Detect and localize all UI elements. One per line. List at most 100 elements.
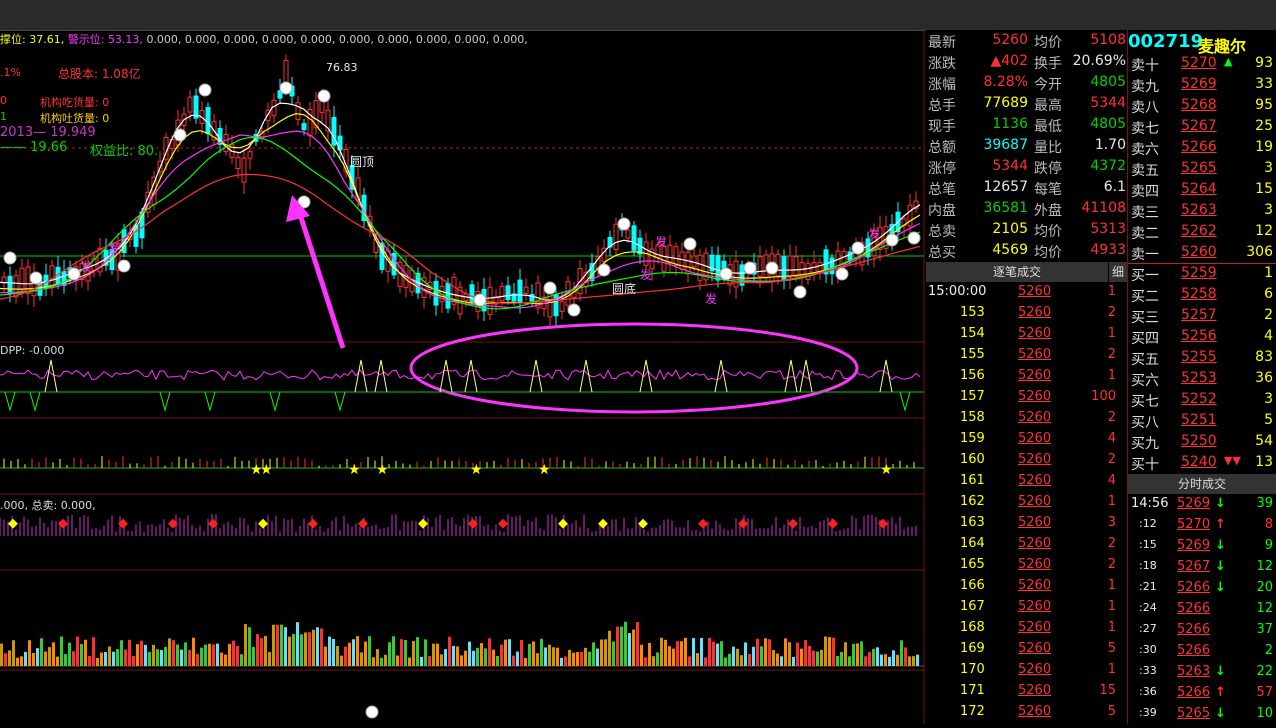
stock-name: 麦趣尔 — [1198, 37, 1247, 56]
tick-price: 5260 — [1018, 410, 1052, 425]
stock-code: 002719 — [1128, 31, 1204, 52]
volume-bar — [820, 649, 823, 666]
tick-trades-header[interactable]: 逐笔成交 — [926, 262, 1108, 282]
candle-body — [697, 254, 703, 281]
volume-bar — [408, 657, 411, 666]
volume-bar — [808, 645, 811, 666]
volume-bar — [520, 639, 523, 666]
quote-label: 均价 — [1034, 35, 1062, 51]
smiley-icon — [173, 128, 187, 142]
tick-volume: 100 — [1091, 389, 1116, 404]
volume-bar — [308, 632, 311, 666]
volume-bar — [824, 636, 827, 666]
quote-value: 12657 — [983, 179, 1028, 195]
tick-price: 5260 — [1018, 368, 1052, 383]
minute-volume: 57 — [1256, 685, 1273, 700]
volume-bar — [608, 630, 611, 666]
tick-volume: 1 — [1107, 284, 1116, 299]
order-price: 5250 — [1181, 433, 1217, 449]
tick-price: 5260 — [1018, 683, 1052, 698]
tick-price: 5260 — [1018, 347, 1052, 362]
order-level: 买八 — [1131, 415, 1159, 431]
round-bottom-label: 圆底 — [612, 282, 637, 296]
minute-trades-header[interactable]: 分时成交 — [1128, 474, 1276, 494]
volume-bar — [404, 640, 407, 666]
volume-bar — [784, 638, 787, 666]
line-2013: 2013— 19.949 — [0, 125, 96, 140]
inst-buy-prefix: 0 — [0, 94, 7, 107]
minute-arrow: ↓ — [1215, 664, 1226, 679]
order-level: 买二 — [1131, 289, 1159, 305]
tick-volume: 5 — [1107, 704, 1116, 719]
tick-row: 171 5260 15 — [926, 683, 1126, 704]
tick-volume: 2 — [1107, 347, 1116, 362]
smiley-icon — [473, 293, 487, 307]
smiley-icon — [279, 81, 293, 95]
volume-bar — [780, 656, 783, 666]
tick-time: 162 — [960, 494, 985, 509]
quote-label: 均价 — [1034, 245, 1062, 261]
tick-detail-button[interactable]: 细 — [1109, 262, 1127, 282]
support-label: 撑位: — [0, 33, 26, 46]
order-level: 卖五 — [1131, 163, 1159, 179]
volume-bar — [284, 627, 287, 666]
volume-bar — [312, 629, 315, 666]
volume-bar — [348, 642, 351, 666]
volume-bar — [828, 637, 831, 666]
kline-chart-area[interactable]: ★ ★ ★ ★ ★ ★ ★ 撑位: 37.61, 警示位: 53.13, 0.000, 0.… — [0, 30, 925, 724]
volume-bar — [316, 627, 319, 666]
candle-body — [505, 285, 511, 301]
volume-bar — [272, 624, 275, 666]
volume-bar — [268, 651, 271, 666]
volume-bar — [616, 626, 619, 666]
order-book-row: 买三 5257 2 — [1129, 307, 1275, 328]
volume-bar — [188, 649, 191, 666]
volume-bar — [140, 640, 143, 666]
volume-bar — [4, 653, 7, 666]
quote-label: 均价 — [1034, 224, 1062, 240]
minute-volume: 37 — [1256, 622, 1273, 637]
candle-body — [625, 229, 631, 239]
smiley-icon — [67, 267, 81, 281]
candle-body — [49, 265, 55, 289]
dpp-v-mark — [159, 391, 171, 412]
minute-row: :21 5266 ↓ 20 — [1129, 580, 1275, 601]
order-volume: 36 — [1255, 370, 1273, 386]
candle-body — [235, 156, 241, 169]
tick-volume: 1 — [1107, 662, 1116, 677]
volume-bar — [8, 650, 11, 666]
smiley-icon — [851, 241, 865, 255]
tick-time: 156 — [960, 368, 985, 383]
volume-bar — [148, 651, 151, 666]
smiley-icon — [743, 261, 757, 275]
volume-bar — [684, 637, 687, 666]
tick-price: 5260 — [1018, 431, 1052, 446]
volume-bar — [372, 657, 375, 666]
volume-bar — [360, 652, 363, 666]
candle-body — [523, 286, 529, 294]
volume-bar — [904, 647, 907, 666]
dpp-peak-mark — [374, 359, 388, 393]
volume-bar — [568, 649, 571, 666]
diamond-marker — [828, 518, 838, 529]
volume-bar — [416, 637, 419, 666]
volume-bar — [764, 638, 767, 666]
quote-panel: 最新 5260 均价 5108 涨跌 ▲402 换手 20.69% 涨幅 8.2… — [926, 30, 1276, 724]
order-level: 卖八 — [1131, 100, 1159, 116]
round-top-label: 圆顶 — [350, 155, 375, 169]
quote-value: ▲402 — [990, 53, 1029, 69]
volume-bar — [640, 644, 643, 666]
volume-bar — [292, 633, 295, 666]
volume-bar — [276, 624, 279, 666]
order-level: 买三 — [1131, 310, 1159, 326]
kline-chart-svg[interactable]: ★★ ★ ★ ★ ★ ★ — [0, 30, 925, 724]
order-book-row: 卖三 5263 3 — [1129, 202, 1275, 223]
tick-price: 5260 — [1018, 536, 1052, 551]
order-book-row: 卖九 5269 33 — [1129, 76, 1275, 97]
volume-bar — [156, 649, 159, 666]
order-volume: 3 — [1264, 391, 1273, 407]
volume-bar — [776, 653, 779, 666]
order-book-row: 卖六 5266 19 — [1129, 139, 1275, 160]
minute-volume: 22 — [1256, 664, 1273, 679]
volume-bar — [88, 655, 91, 666]
